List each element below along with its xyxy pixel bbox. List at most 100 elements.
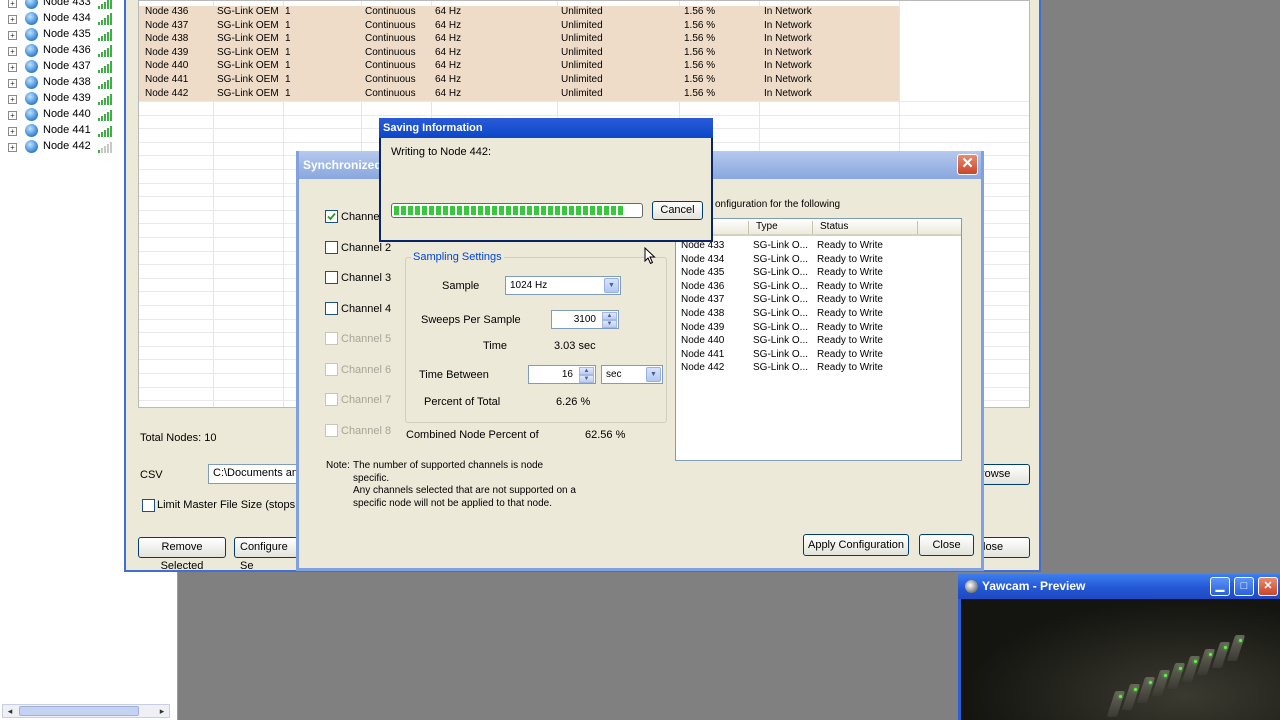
- table-row[interactable]: Node 436 SG-Link OEM 1 Continuous 64 Hz Unlim…: [139, 6, 899, 20]
- spin-up-icon[interactable]: ▲: [579, 367, 594, 375]
- list-cell: SG-Link O...: [753, 294, 809, 306]
- expand-icon[interactable]: +: [8, 47, 17, 57]
- table-row[interactable]: Node 442 SG-Link OEM 1 Continuous 64 Hz Unlim…: [139, 87, 899, 102]
- channel-1-checkbox[interactable]: [325, 210, 338, 223]
- expand-icon[interactable]: +: [8, 31, 17, 41]
- green-led-dot: [1239, 639, 1242, 642]
- expand-icon[interactable]: +: [8, 127, 17, 137]
- sampling-settings-group: Sampling Settings Sample 1024 Hz ▼ Sweep…: [405, 251, 667, 423]
- spin-up-icon[interactable]: ▲: [602, 312, 617, 320]
- table-cell: Continuous: [365, 87, 416, 99]
- channel-2-checkbox[interactable]: [325, 240, 338, 254]
- header-separator: [748, 221, 749, 234]
- channel-4-checkbox[interactable]: [325, 301, 338, 315]
- list-item[interactable]: Node 433 SG-Link O... Ready to Write: [676, 240, 961, 254]
- table-cell: Unlimited: [561, 46, 603, 58]
- spin-down-icon[interactable]: ▼: [602, 320, 617, 328]
- chevron-down-icon[interactable]: ▼: [646, 367, 661, 382]
- tree-node-item[interactable]: + Node 433: [0, 0, 120, 11]
- yawcam-close-icon[interactable]: ✕: [1258, 577, 1278, 596]
- list-item[interactable]: Node 441 SG-Link O... Ready to Write: [676, 349, 961, 363]
- network-node-icon: [25, 0, 38, 9]
- tree-node-item[interactable]: + Node 442: [0, 139, 120, 155]
- channel-3-label: Channel 3: [341, 272, 392, 284]
- limit-file-size-checkbox[interactable]: [142, 499, 155, 512]
- tree-node-label: Node 441: [43, 124, 91, 137]
- limit-file-size-label: Limit Master File Size (stops ne: [157, 499, 311, 511]
- scroll-left-arrow-icon[interactable]: ◂: [3, 705, 17, 717]
- list-cell: SG-Link O...: [753, 280, 809, 292]
- table-cell: SG-Link OEM: [217, 46, 279, 58]
- browse-button[interactable]: rowse: [976, 464, 1030, 485]
- list-item[interactable]: Node 436 SG-Link O... Ready to Write: [676, 281, 961, 295]
- configure-selected-button[interactable]: Configure Se: [234, 537, 298, 572]
- channel-6-checkbox[interactable]: [325, 362, 338, 376]
- spin-down-icon[interactable]: ▼: [579, 375, 594, 383]
- sweeps-stepper[interactable]: 3100 ▲ ▼: [551, 310, 619, 329]
- remove-selected-button[interactable]: Remove Selected: [138, 537, 226, 572]
- table-row[interactable]: Node 437 SG-Link OEM 1 Continuous 64 Hz Unlim…: [139, 19, 899, 34]
- table-cell: 1: [285, 74, 291, 85]
- apply-configuration-button[interactable]: Apply Configuration: [803, 534, 909, 556]
- channel-5-checkbox[interactable]: [325, 332, 338, 345]
- minimize-icon[interactable]: ▁: [1210, 577, 1230, 596]
- table-cell: SG-Link OEM: [217, 33, 279, 45]
- sweeps-value: 3100: [573, 314, 596, 325]
- table-cell: Node 436: [145, 6, 189, 17]
- table-cell: Continuous: [365, 33, 416, 45]
- type-column-header[interactable]: Type: [756, 221, 778, 232]
- tree-node-item[interactable]: + Node 435: [0, 27, 120, 43]
- table-row[interactable]: Node 439 SG-Link OEM 1 Continuous 64 Hz Unlim…: [139, 46, 899, 61]
- network-node-icon: [25, 12, 38, 26]
- csv-label: CSV: [140, 469, 163, 481]
- table-cell: SG-Link OEM: [217, 60, 279, 72]
- tree-node-item[interactable]: + Node 441: [0, 123, 120, 139]
- scroll-thumb[interactable]: [19, 706, 139, 716]
- list-item[interactable]: Node 435 SG-Link O... Ready to Write: [676, 267, 961, 281]
- table-cell: 1: [285, 60, 291, 72]
- table-row[interactable]: Node 438 SG-Link OEM 1 Continuous 64 Hz Unlim…: [139, 33, 899, 47]
- time-between-stepper[interactable]: 16 ▲ ▼: [528, 365, 596, 384]
- time-unit-select[interactable]: sec ▼: [601, 365, 663, 384]
- main-close-button[interactable]: lose: [980, 537, 1030, 558]
- table-row[interactable]: Node 441 SG-Link OEM 1 Continuous 64 Hz Unlim…: [139, 74, 899, 88]
- sync-close-icon[interactable]: ✕: [957, 154, 978, 175]
- tree-node-item[interactable]: + Node 439: [0, 91, 120, 107]
- tree-node-item[interactable]: + Node 437: [0, 59, 120, 75]
- expand-icon[interactable]: +: [8, 143, 17, 153]
- tree-node-item[interactable]: + Node 440: [0, 107, 120, 123]
- channel-8-checkbox[interactable]: [325, 423, 338, 437]
- list-item[interactable]: Node 442 SG-Link O... Ready to Write: [676, 362, 961, 376]
- expand-icon[interactable]: +: [8, 15, 17, 25]
- tree-node-item[interactable]: + Node 438: [0, 75, 120, 91]
- table-cell: 64 Hz: [435, 74, 462, 85]
- maximize-icon[interactable]: □: [1234, 577, 1254, 596]
- camera-preview-image: [961, 599, 1280, 720]
- sample-rate-select[interactable]: 1024 Hz ▼: [505, 276, 621, 295]
- signal-strength-icon: [98, 77, 113, 90]
- channel-3-checkbox[interactable]: [325, 271, 338, 284]
- expand-icon[interactable]: +: [8, 111, 17, 121]
- list-item[interactable]: Node 437 SG-Link O... Ready to Write: [676, 294, 961, 308]
- expand-icon[interactable]: +: [8, 63, 17, 73]
- cancel-button[interactable]: Cancel: [652, 201, 703, 220]
- list-cell: Ready to Write: [817, 348, 883, 360]
- expand-icon[interactable]: +: [8, 79, 17, 89]
- list-item[interactable]: Node 440 SG-Link O... Ready to Write: [676, 335, 961, 349]
- tree-node-item[interactable]: + Node 436: [0, 43, 120, 59]
- scroll-right-arrow-icon[interactable]: ▸: [155, 705, 169, 717]
- list-item[interactable]: Node 438 SG-Link O... Ready to Write: [676, 308, 961, 322]
- sync-close-button[interactable]: Close: [919, 534, 974, 556]
- status-column-header[interactable]: Status: [820, 221, 848, 232]
- chevron-down-icon[interactable]: ▼: [604, 278, 619, 293]
- table-cell: 1.56 %: [684, 19, 716, 31]
- list-item[interactable]: Node 434 SG-Link O... Ready to Write: [676, 254, 961, 268]
- channel-7-checkbox[interactable]: [325, 393, 338, 406]
- node-status-list[interactable]: Type Status Node 433 SG-Link O... Ready to…: [675, 218, 962, 461]
- list-item[interactable]: Node 439 SG-Link O... Ready to Write: [676, 322, 961, 336]
- tree-node-item[interactable]: + Node 434: [0, 11, 120, 27]
- table-row[interactable]: Node 440 SG-Link OEM 1 Continuous 64 Hz Unlim…: [139, 60, 899, 74]
- expand-icon[interactable]: +: [8, 95, 17, 105]
- tree-horizontal-scrollbar[interactable]: ◂ ▸: [2, 704, 170, 718]
- expand-icon[interactable]: +: [8, 0, 17, 8]
